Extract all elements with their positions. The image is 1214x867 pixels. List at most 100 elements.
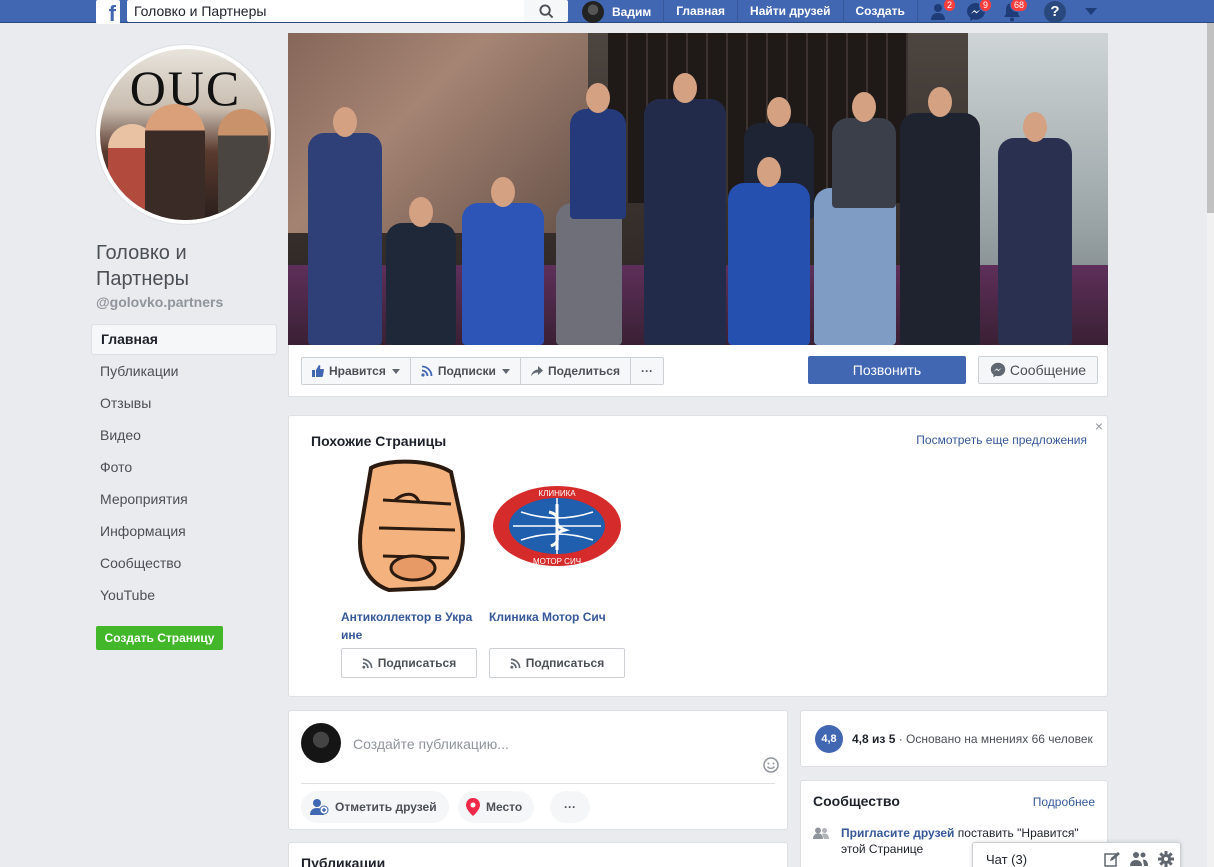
help-button[interactable]: ? — [1044, 1, 1066, 23]
page-action-bar: Нравится Подписки Поделиться ··· Позвони… — [288, 345, 1108, 397]
cover-person — [728, 157, 810, 345]
chevron-down-icon — [391, 368, 400, 374]
sidebar-item-posts[interactable]: Публикации — [91, 355, 277, 387]
search-input[interactable] — [127, 0, 524, 22]
similar-page-name[interactable]: Антиколлектор в Украине — [341, 608, 477, 644]
scrollbar-thumb[interactable] — [1207, 23, 1214, 213]
posts-section-title: Публикации — [301, 855, 386, 867]
messages-button[interactable]: 9 — [958, 0, 994, 23]
follow-button[interactable]: Подписки — [411, 358, 521, 384]
similar-pages-title: Похожие Страницы — [311, 433, 447, 449]
profile-photo: OUC — [100, 49, 271, 220]
fist-icon — [358, 459, 465, 593]
invite-friends-link[interactable]: Пригласите друзей — [841, 826, 954, 840]
message-button[interactable]: Сообщение — [978, 356, 1098, 384]
community-more-link[interactable]: Подробнее — [1033, 795, 1095, 809]
account-menu-chevron-down-icon[interactable] — [1085, 8, 1097, 15]
sidebar-item-about[interactable]: Информация — [91, 515, 277, 547]
new-message-icon[interactable] — [1104, 851, 1120, 867]
similar-page-name[interactable]: Клиника Мотор Сич — [489, 608, 625, 626]
profile-person-right — [218, 109, 268, 220]
search-button[interactable] — [524, 0, 568, 22]
page-sidebar-nav: Главная Публикации Отзывы Видео Фото Мер… — [91, 324, 277, 611]
follow-similar-page-button[interactable]: Подписаться — [341, 648, 477, 678]
top-nav-links: Вадим Главная Найти друзей Создать — [580, 0, 918, 23]
share-arrow-icon — [530, 365, 543, 377]
page-scrollbar[interactable] — [1207, 23, 1214, 867]
cover-person — [644, 73, 726, 345]
page-handle[interactable]: @golovko.partners — [96, 294, 223, 310]
close-icon[interactable]: × — [1095, 418, 1103, 434]
clinic-logo-bottom-text: МОТОР СИЧ — [533, 557, 581, 566]
nav-user-name: Вадим — [612, 4, 652, 19]
nav-create-link[interactable]: Создать — [844, 0, 918, 23]
check-in-button[interactable]: Место — [458, 791, 535, 823]
see-more-suggestions-link[interactable]: Посмотреть еще предложения — [916, 433, 1087, 447]
rss-icon — [510, 658, 521, 669]
cover-person — [900, 87, 980, 345]
chat-sidebar-tab[interactable]: Чат (3) — [972, 842, 1181, 867]
rss-icon — [362, 658, 373, 669]
tag-friends-button[interactable]: Отметить друзей — [301, 791, 449, 823]
similar-page-image[interactable]: КЛИНИКА МОТОР СИЧ — [489, 456, 625, 596]
sidebar-item-youtube[interactable]: YouTube — [91, 579, 277, 611]
cover-photo[interactable] — [288, 33, 1108, 345]
rating-detail: · Основано на мнениях 66 человек — [895, 732, 1093, 746]
create-page-button[interactable]: Создать Страницу — [96, 626, 223, 650]
cover-person — [998, 112, 1072, 345]
like-label: Нравится — [329, 364, 386, 378]
more-actions-button[interactable]: ··· — [631, 358, 663, 384]
page-title[interactable]: Головко и Партнеры — [96, 240, 276, 292]
similar-page-item: Антиколлектор в Украине — [341, 456, 477, 644]
friend-requests-badge: 2 — [942, 0, 956, 12]
rating-summary[interactable]: 4,8 из 5 · Основано на мнениях 66 челове… — [852, 732, 1093, 746]
composer-more-button[interactable]: ··· — [550, 791, 590, 823]
page-actions-group: Нравится Подписки Поделиться ··· — [301, 357, 664, 385]
post-composer: Создайте публикацию... Отметить друзей М… — [288, 710, 788, 830]
nav-user-profile[interactable]: Вадим — [580, 0, 665, 23]
similar-pages-card: Похожие Страницы Посмотреть еще предложе… — [288, 415, 1108, 697]
notifications-button[interactable]: 68 — [994, 0, 1030, 23]
chat-label: Чат (3) — [986, 852, 1028, 867]
composer-avatar — [301, 723, 341, 763]
rating-card: 4,8 4,8 из 5 · Основано на мнениях 66 че… — [800, 710, 1108, 767]
gear-icon[interactable] — [1158, 851, 1174, 867]
cover-person — [814, 162, 896, 345]
cover-person — [386, 197, 456, 345]
facebook-logo-icon[interactable]: f — [96, 0, 120, 24]
similar-page-image[interactable] — [341, 456, 477, 596]
composer-input[interactable]: Создайте публикацию... — [353, 736, 509, 752]
page-profile-picture[interactable]: OUC — [96, 45, 275, 224]
sidebar-item-photos[interactable]: Фото — [91, 451, 277, 483]
nav-home-link[interactable]: Главная — [664, 0, 739, 23]
sidebar-item-community[interactable]: Сообщество — [91, 547, 277, 579]
sidebar-item-videos[interactable]: Видео — [91, 419, 277, 451]
follow-similar-label: Подписаться — [377, 656, 457, 670]
rating-value: 4,8 из 5 — [852, 732, 896, 746]
clinic-logo-icon: КЛИНИКА МОТОР СИЧ — [493, 486, 621, 566]
top-navigation-bar: f Вадим Главная Найти друзей Создать 2 9… — [0, 0, 1214, 24]
emoji-icon[interactable] — [763, 757, 779, 776]
nav-find-friends-link[interactable]: Найти друзей — [738, 0, 844, 23]
call-button[interactable]: Позвонить — [808, 356, 966, 384]
friend-requests-button[interactable]: 2 — [922, 0, 958, 23]
composer-divider — [301, 783, 775, 784]
sidebar-item-reviews[interactable]: Отзывы — [91, 387, 277, 419]
people-icon — [813, 827, 829, 857]
posts-section: Публикации — [288, 842, 788, 867]
rating-score-badge: 4,8 — [815, 725, 843, 753]
rss-icon — [421, 365, 433, 377]
sidebar-item-events[interactable]: Мероприятия — [91, 483, 277, 515]
sidebar-item-home[interactable]: Главная — [91, 324, 277, 355]
messages-badge: 9 — [978, 0, 992, 12]
chat-tools — [1104, 851, 1174, 867]
create-group-icon[interactable] — [1130, 851, 1148, 867]
share-label: Поделиться — [547, 364, 620, 378]
share-button[interactable]: Поделиться — [521, 358, 631, 384]
notification-icons: 2 9 68 — [922, 0, 1030, 23]
cover-person — [570, 83, 626, 219]
thumbs-up-icon — [312, 365, 324, 377]
like-button[interactable]: Нравится — [302, 358, 411, 384]
follow-similar-page-button[interactable]: Подписаться — [489, 648, 625, 678]
messenger-icon — [990, 362, 1006, 378]
